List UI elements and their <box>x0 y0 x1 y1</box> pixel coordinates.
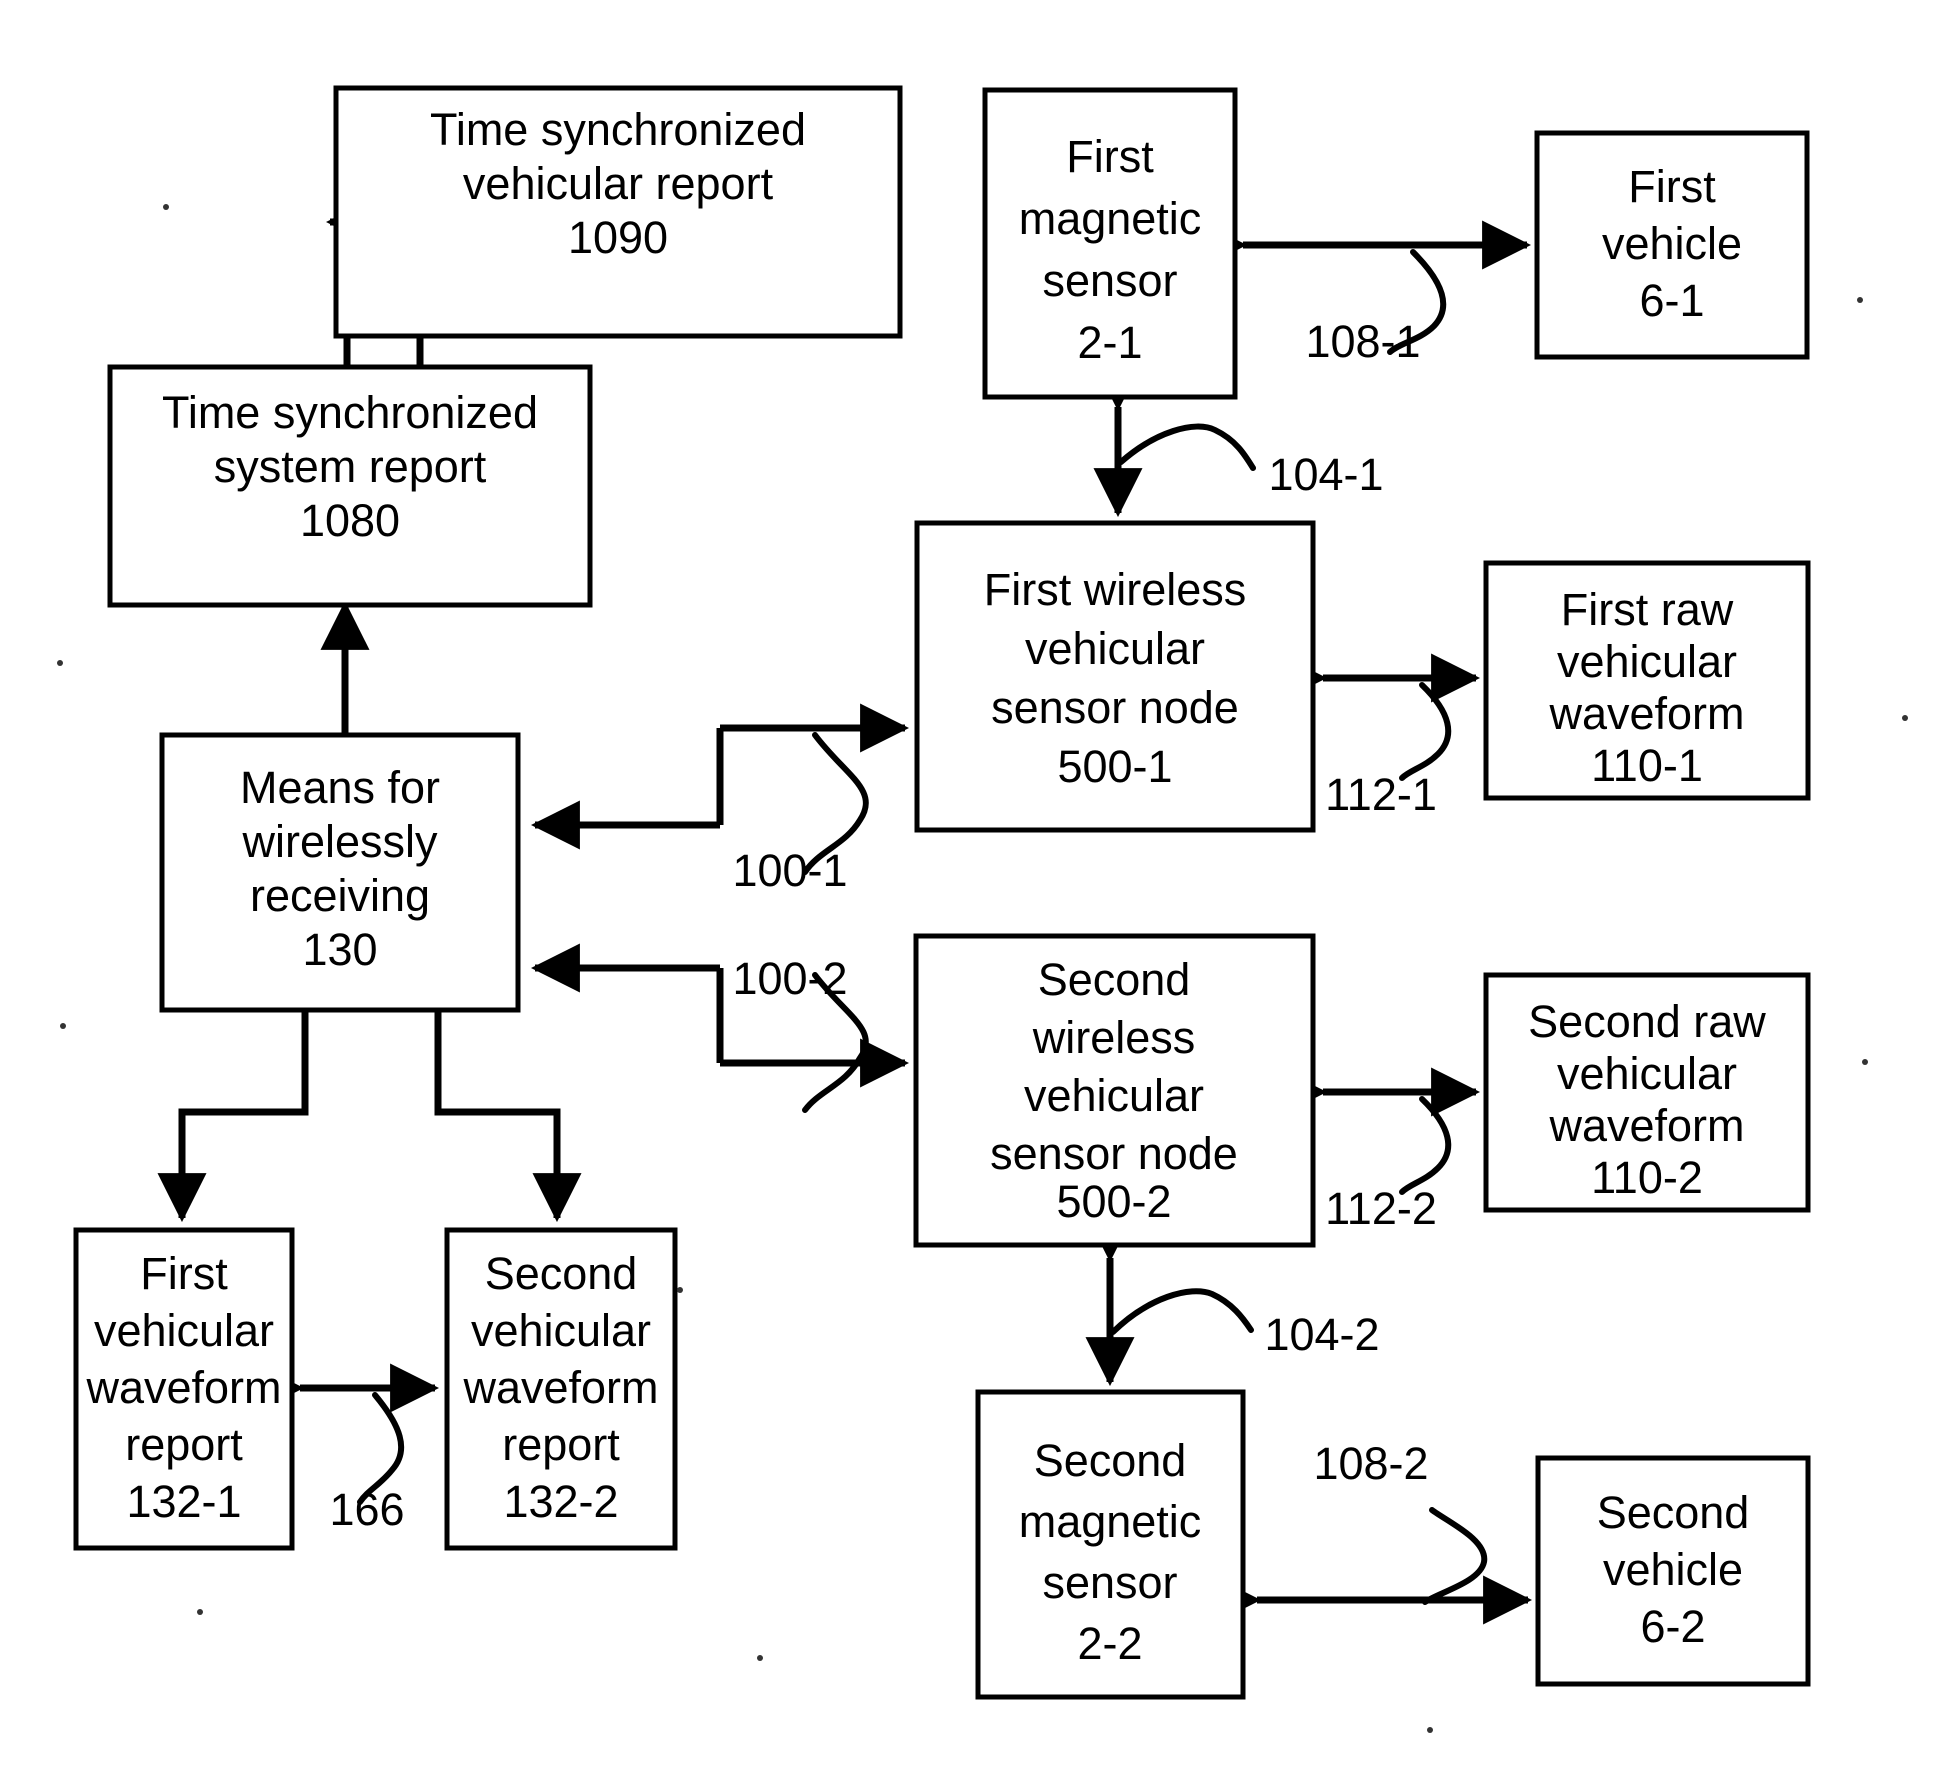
leader-112-2 <box>1399 1096 1452 1195</box>
box-line: 110-1 <box>1591 740 1703 791</box>
box-line: 1090 <box>568 212 668 263</box>
box-line: vehicular <box>1557 1048 1737 1099</box>
box-line: vehicular <box>94 1305 274 1356</box>
box-line: Means for <box>240 762 440 813</box>
box-first-magnetic-sensor[interactable]: First magnetic sensor 2-1 <box>982 87 1238 400</box>
box-line: waveform <box>462 1362 658 1413</box>
box-line: sensor <box>1042 255 1177 306</box>
box-line: Second raw <box>1528 996 1766 1047</box>
box-line: First <box>140 1248 228 1299</box>
scan-speck <box>163 204 169 210</box>
box-second-raw-vehicular-waveform[interactable]: Second raw vehicular waveform 110-2 <box>1483 972 1811 1213</box>
box-line: First <box>1066 131 1154 182</box>
box-first-wireless-vehicular-sensor-node[interactable]: First wireless vehicular sensor node 500… <box>914 520 1316 833</box>
connector-means-to-132-2 <box>434 1010 582 1223</box>
scan-speck <box>1902 715 1908 721</box>
box-line: receiving <box>250 870 430 921</box>
box-line: First raw <box>1561 584 1734 635</box>
box-line: system report <box>214 441 487 492</box>
box-line: Time synchronized <box>430 104 806 155</box>
box-line: vehicular <box>471 1305 651 1356</box>
box-line: report <box>125 1419 243 1470</box>
label-108-1: 108-1 <box>1305 316 1420 367</box>
box-line: wireless <box>1032 1012 1196 1063</box>
box-line: sensor <box>1042 1557 1177 1608</box>
scan-speck <box>677 1287 683 1293</box>
box-line: 2-1 <box>1077 317 1142 368</box>
box-line: Second <box>1038 954 1191 1005</box>
box-line: First wireless <box>984 564 1247 615</box>
box-second-vehicle[interactable]: Second vehicle 6-2 <box>1535 1455 1811 1687</box>
box-first-vehicle[interactable]: First vehicle 6-1 <box>1534 130 1810 360</box>
box-line: 2-2 <box>1077 1618 1142 1669</box>
box-line: sensor node <box>991 682 1239 733</box>
box-line: 110-2 <box>1591 1152 1703 1203</box>
patent-figure-canvas: Time synchronized vehicular report 1090 … <box>0 0 1956 1780</box>
box-line: vehicular report <box>463 158 774 209</box>
scan-speck <box>60 1023 66 1029</box>
box-line: vehicular <box>1557 636 1737 687</box>
box-line: 500-1 <box>1057 741 1172 792</box>
box-line: waveform <box>1548 1100 1744 1151</box>
label-108-2: 108-2 <box>1313 1438 1428 1489</box>
box-first-vehicular-waveform-report[interactable]: First vehicular waveform report 132-1 <box>73 1227 295 1551</box>
box-line: 6-2 <box>1640 1601 1705 1652</box>
scan-speck <box>1862 1059 1868 1065</box>
box-line: sensor node <box>990 1128 1238 1179</box>
label-166: 166 <box>329 1484 404 1535</box>
box-line: report <box>502 1419 620 1470</box>
label-112-1: 112-1 <box>1325 769 1437 820</box>
label-112-2: 112-2 <box>1325 1183 1437 1234</box>
label-104-2: 104-2 <box>1264 1309 1379 1360</box>
box-second-wireless-vehicular-sensor-node[interactable]: Second wireless vehicular sensor node 50… <box>913 933 1316 1248</box>
scan-speck <box>1857 297 1863 303</box>
box-line: 1080 <box>300 495 400 546</box>
box-line: First <box>1628 161 1716 212</box>
box-means-for-wirelessly-receiving[interactable]: Means for wirelessly receiving 130 <box>159 732 521 1013</box>
box-line: Time synchronized <box>162 387 538 438</box>
block-diagram-svg: Time synchronized vehicular report 1090 … <box>57 85 1908 1733</box>
box-first-raw-vehicular-waveform[interactable]: First raw vehicular waveform 110-1 <box>1483 560 1811 801</box>
label-100-2: 100-2 <box>732 953 847 1004</box>
box-time-synchronized-vehicular-report[interactable]: Time synchronized vehicular report 1090 <box>333 85 903 339</box>
label-104-1: 104-1 <box>1268 449 1383 500</box>
leader-104-1 <box>1118 423 1256 471</box>
box-line: vehicular <box>1024 1070 1204 1121</box>
connector-means-to-132-1 <box>157 1010 309 1223</box>
scan-speck <box>197 1609 203 1615</box>
leader-112-1 <box>1399 682 1452 781</box>
box-line: waveform <box>85 1362 281 1413</box>
box-line: 500-2 <box>1056 1176 1171 1227</box>
box-second-magnetic-sensor[interactable]: Second magnetic sensor 2-2 <box>975 1389 1246 1700</box>
label-100-1: 100-1 <box>732 845 847 896</box>
box-line: vehicular <box>1025 623 1205 674</box>
box-line: magnetic <box>1019 193 1202 244</box>
box-second-vehicular-waveform-report[interactable]: Second vehicular waveform report 132-2 <box>444 1227 678 1551</box>
box-line: 130 <box>302 924 377 975</box>
box-line: wirelessly <box>241 816 438 867</box>
box-line: waveform <box>1548 688 1744 739</box>
box-line: 132-2 <box>503 1476 618 1527</box>
box-line: 132-1 <box>126 1476 241 1527</box>
box-line: vehicle <box>1603 1544 1743 1595</box>
box-time-synchronized-system-report[interactable]: Time synchronized system report 1080 <box>107 364 593 608</box>
box-line: Second <box>485 1248 638 1299</box>
box-line: 6-1 <box>1639 275 1704 326</box>
scan-speck <box>757 1655 763 1661</box>
box-line: Second <box>1034 1435 1187 1486</box>
scan-speck <box>57 660 63 666</box>
scan-speck <box>1427 1727 1433 1733</box>
box-line: Second <box>1597 1487 1750 1538</box>
box-line: magnetic <box>1019 1496 1202 1547</box>
leader-104-2 <box>1110 1288 1254 1335</box>
box-line: vehicle <box>1602 218 1742 269</box>
leader-108-2 <box>1422 1507 1488 1605</box>
